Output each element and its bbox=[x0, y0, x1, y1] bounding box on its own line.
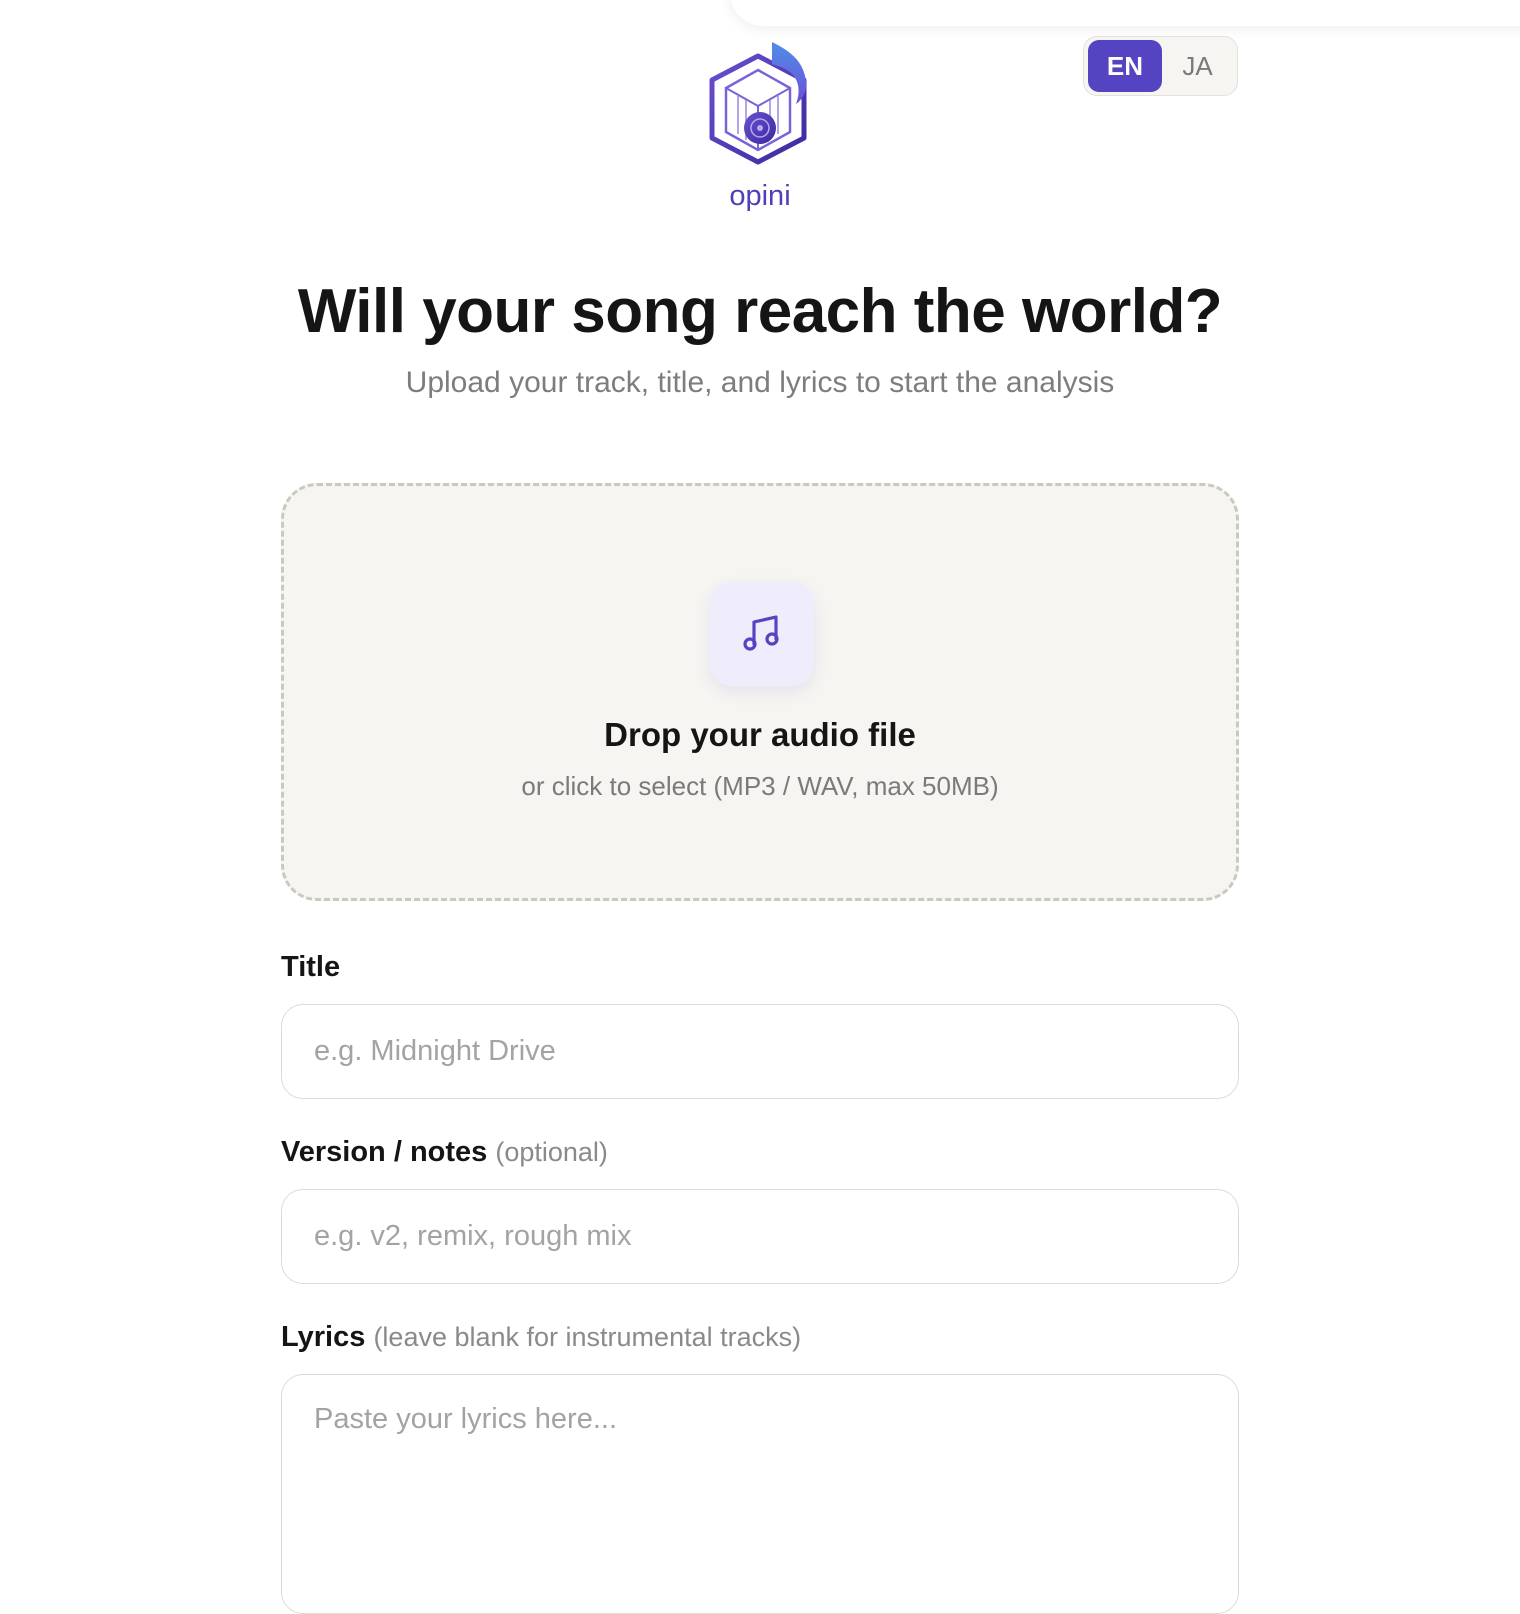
version-label-hint: (optional) bbox=[495, 1137, 608, 1167]
language-option-en[interactable]: EN bbox=[1088, 40, 1162, 92]
lyrics-label-hint: (leave blank for instrumental tracks) bbox=[373, 1322, 802, 1352]
music-note-icon bbox=[710, 582, 814, 686]
version-label-text: Version / notes bbox=[281, 1136, 488, 1168]
version-label: Version / notes (optional) bbox=[281, 1136, 608, 1169]
dropzone-subtitle: or click to select (MP3 / WAV, max 50MB) bbox=[521, 771, 999, 801]
title-label: Title bbox=[281, 951, 340, 984]
audio-dropzone[interactable]: Drop your audio file or click to select … bbox=[281, 483, 1239, 901]
page-subtitle: Upload your track, title, and lyrics to … bbox=[405, 366, 1115, 399]
brand-name: opini bbox=[729, 180, 791, 212]
title-label-text: Title bbox=[281, 951, 341, 983]
version-notes-input[interactable] bbox=[281, 1189, 1239, 1284]
dropzone-title: Drop your audio file bbox=[604, 716, 916, 753]
language-toggle: EN JA bbox=[1083, 36, 1238, 96]
lyrics-label: Lyrics (leave blank for instrumental tra… bbox=[281, 1321, 801, 1354]
language-option-ja[interactable]: JA bbox=[1162, 40, 1233, 92]
page-title: Will your song reach the world? bbox=[297, 277, 1223, 346]
music-note-hexagon-logo-icon bbox=[700, 36, 820, 168]
title-input[interactable] bbox=[281, 1004, 1239, 1099]
lyrics-textarea[interactable] bbox=[281, 1374, 1239, 1614]
top-navigation-pill bbox=[730, 0, 1520, 26]
lyrics-label-text: Lyrics bbox=[281, 1321, 366, 1353]
